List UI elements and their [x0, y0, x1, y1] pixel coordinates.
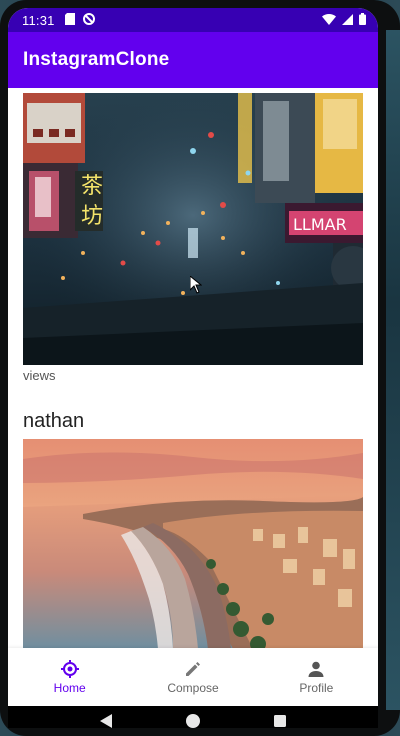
app-title: InstagramClone: [23, 49, 170, 70]
nav-item-home[interactable]: Home: [8, 648, 131, 706]
nav-label-profile: Profile: [299, 680, 334, 695]
status-time: 11:31: [22, 12, 55, 28]
post-image[interactable]: [23, 439, 363, 648]
battery-icon: [359, 12, 366, 28]
svg-text:茶: 茶: [81, 174, 103, 199]
device-frame: 11:31 InstagramClone 茶 坊 LLMAR views nat…: [0, 0, 400, 736]
person-icon: [308, 661, 324, 677]
recents-icon[interactable]: [273, 714, 287, 728]
post-username[interactable]: nathan: [23, 410, 363, 433]
do-not-disturb-icon: [82, 12, 95, 28]
system-navigation-bar: [8, 706, 378, 728]
home-circle-icon[interactable]: [185, 713, 201, 728]
mouse-cursor-icon: [190, 276, 202, 294]
pencil-icon: [185, 661, 200, 676]
nav-label-home: Home: [53, 680, 86, 695]
post-image[interactable]: 茶 坊 LLMAR: [23, 93, 363, 365]
post-card: 茶 坊 LLMAR views: [23, 93, 363, 383]
post-card: nathan: [23, 410, 363, 648]
wifi-icon: [322, 13, 336, 28]
app-bar: InstagramClone: [8, 32, 378, 88]
sd-card-icon: [64, 12, 75, 28]
post-caption: views: [23, 368, 56, 383]
nav-item-compose[interactable]: Compose: [131, 648, 254, 706]
nav-item-profile[interactable]: Profile: [255, 648, 378, 706]
nav-label-compose: Compose: [167, 680, 219, 695]
status-bar: 11:31: [8, 8, 378, 32]
feed-list[interactable]: 茶 坊 LLMAR views nathan: [8, 88, 378, 648]
coastal-city-sunset-photo: [23, 439, 363, 648]
home-target-icon: [60, 659, 79, 678]
app-screen: 11:31 InstagramClone 茶 坊 LLMAR views nat…: [8, 8, 378, 728]
neon-city-night-photo: 茶 坊 LLMAR: [23, 93, 363, 365]
svg-text:坊: 坊: [81, 204, 103, 229]
signal-icon: [342, 13, 353, 28]
back-icon[interactable]: [99, 713, 113, 728]
bottom-navigation: Home Compose Profile: [8, 648, 378, 706]
svg-text:LLMAR: LLMAR: [293, 215, 347, 234]
